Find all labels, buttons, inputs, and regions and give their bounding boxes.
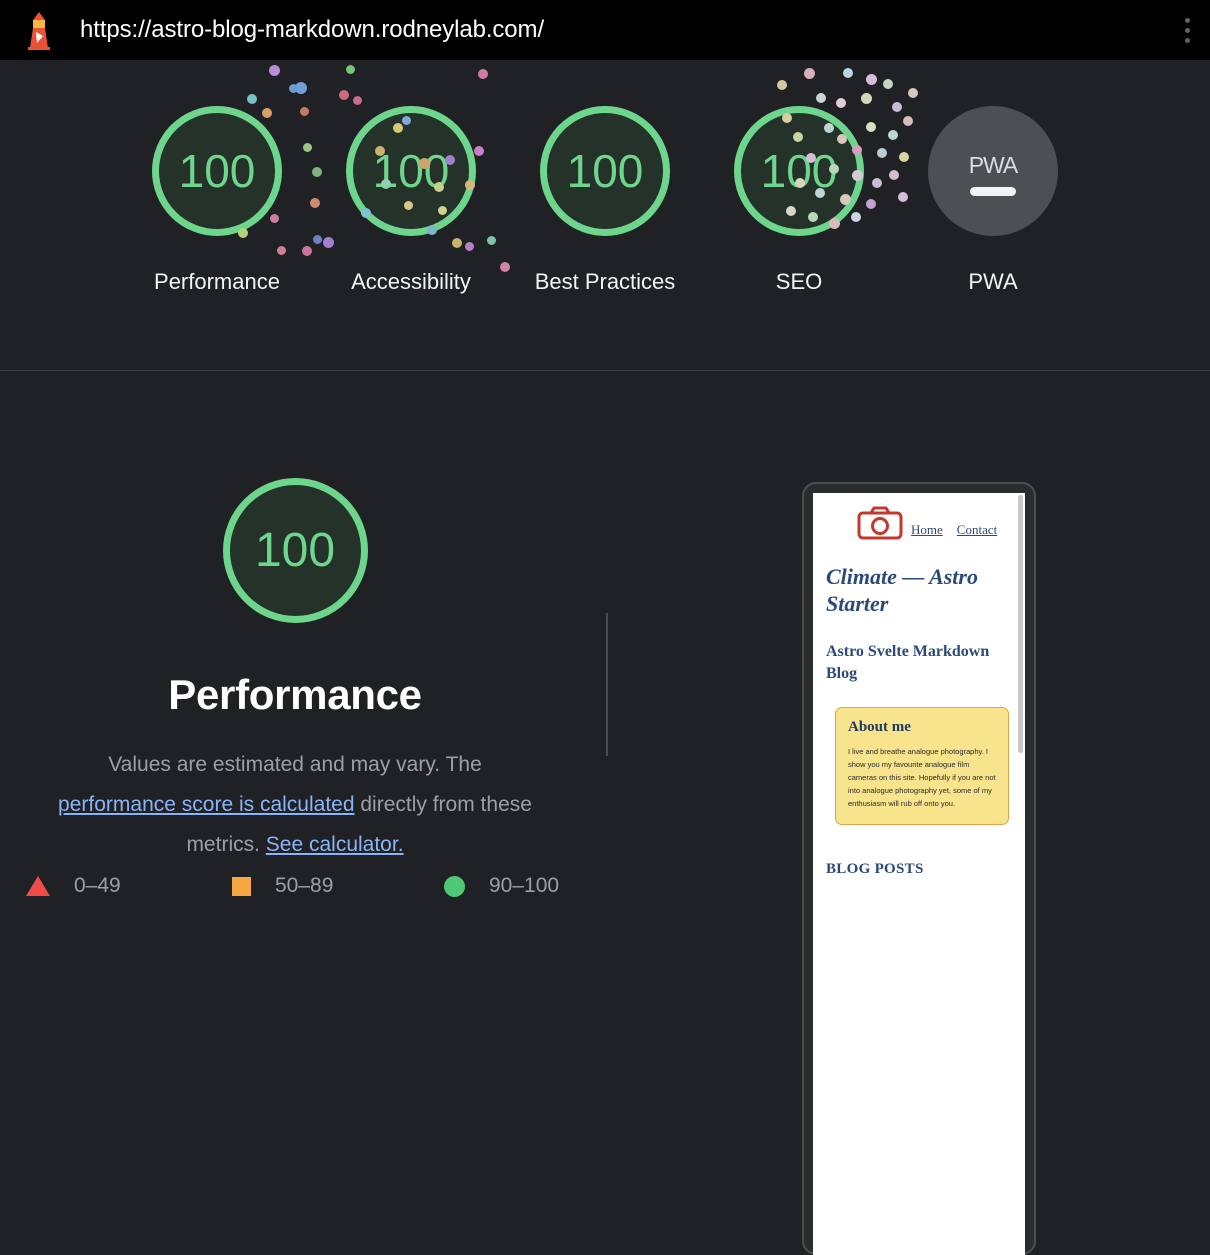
gauge-label: SEO <box>775 269 823 294</box>
circle-icon <box>444 875 465 897</box>
performance-description: Values are estimated and may vary. The p… <box>55 745 535 865</box>
square-icon <box>232 876 251 896</box>
score-gauge-performance[interactable]: 100 Performance <box>120 106 314 302</box>
about-me-card: About me I live and breathe analogue pho… <box>835 707 1009 825</box>
gauge-score-value: 100 <box>566 145 644 197</box>
gauge-ring: 100 <box>540 106 670 236</box>
pwa-badge-icon: PWA <box>928 106 1058 236</box>
gauge-score-value: 100 <box>178 145 256 197</box>
score-gauge-pwa[interactable]: PWA PWA <box>896 106 1090 302</box>
gauge-score-value: 100 <box>760 145 838 197</box>
legend-label: 50–89 <box>275 874 334 897</box>
performance-summary: 100 Performance Values are estimated and… <box>0 371 590 865</box>
kebab-dot <box>1184 37 1190 43</box>
legend-item-fail: 0–49 <box>24 874 224 898</box>
score-gauge-best-practices[interactable]: 100 Best Practices <box>508 106 702 302</box>
site-heading: Climate — Astro Starter <box>826 564 978 616</box>
gauge-label: Performance <box>154 269 280 294</box>
about-me-title: About me <box>848 719 911 735</box>
gauge-ring: 100 <box>734 106 864 236</box>
gauge-label: PWA <box>968 269 1018 294</box>
blog-posts-heading: BLOG POSTS <box>826 861 924 877</box>
site-nav: Home Contact <box>821 505 1017 541</box>
site-subheading: Astro Svelte Markdown Blog <box>826 643 990 682</box>
url-text: https://astro-blog-markdown.rodneylab.co… <box>80 16 545 43</box>
performance-detail-section: 100 Performance Values are estimated and… <box>0 371 1210 1255</box>
score-legend: 0–49 50–89 90–100 <box>24 874 559 898</box>
kebab-dot <box>1184 27 1190 33</box>
gauge-label: Best Practices <box>534 269 676 294</box>
triangle-icon <box>26 876 50 896</box>
phone-scrollbar[interactable] <box>1018 495 1023 753</box>
performance-gauge: 100 <box>222 478 368 623</box>
camera-icon <box>857 505 903 541</box>
score-gauge-accessibility[interactable]: 100 Accessibility <box>314 106 508 302</box>
see-calculator-link[interactable]: See calculator. <box>266 833 404 856</box>
gauge-label: Accessibility <box>351 269 471 294</box>
about-me-body: I live and breathe analogue photography.… <box>848 747 996 808</box>
browser-url-bar: https://astro-blog-markdown.rodneylab.co… <box>0 0 1210 60</box>
nav-link-home[interactable]: Home <box>911 522 943 538</box>
nav-link-contact[interactable]: Contact <box>957 522 997 538</box>
kebab-dot <box>1184 17 1190 23</box>
lighthouse-scores-section: 100 Performance 100 Accessibility 100 Be… <box>0 60 1210 371</box>
final-screenshot-phone-frame: Home Contact Climate — Astro Starter Ast… <box>802 482 1036 1255</box>
page-title: Performance <box>168 671 422 718</box>
gauge-ring: 100 <box>346 106 476 236</box>
vertical-divider <box>606 613 608 756</box>
score-gauges-row: 100 Performance 100 Accessibility 100 Be… <box>0 60 1210 370</box>
legend-item-average: 50–89 <box>224 874 437 898</box>
performance-score-calculated-link[interactable]: performance score is calculated <box>58 793 354 816</box>
score-gauge-seo[interactable]: 100 SEO <box>702 106 896 302</box>
lighthouse-icon <box>22 10 56 50</box>
pwa-badge-text: PWA <box>968 152 1019 178</box>
performance-score-value: 100 <box>254 523 336 577</box>
kebab-menu-icon[interactable] <box>1172 7 1202 53</box>
final-screenshot: Home Contact Climate — Astro Starter Ast… <box>813 493 1025 1255</box>
gauge-score-value: 100 <box>372 145 450 197</box>
legend-label: 90–100 <box>489 874 560 897</box>
pwa-dash-icon <box>970 187 1016 196</box>
legend-item-pass: 90–100 <box>437 874 559 898</box>
legend-label: 0–49 <box>74 874 121 897</box>
gauge-ring: 100 <box>152 106 282 236</box>
desc-text-1: Values are estimated and may vary. The <box>108 753 482 776</box>
